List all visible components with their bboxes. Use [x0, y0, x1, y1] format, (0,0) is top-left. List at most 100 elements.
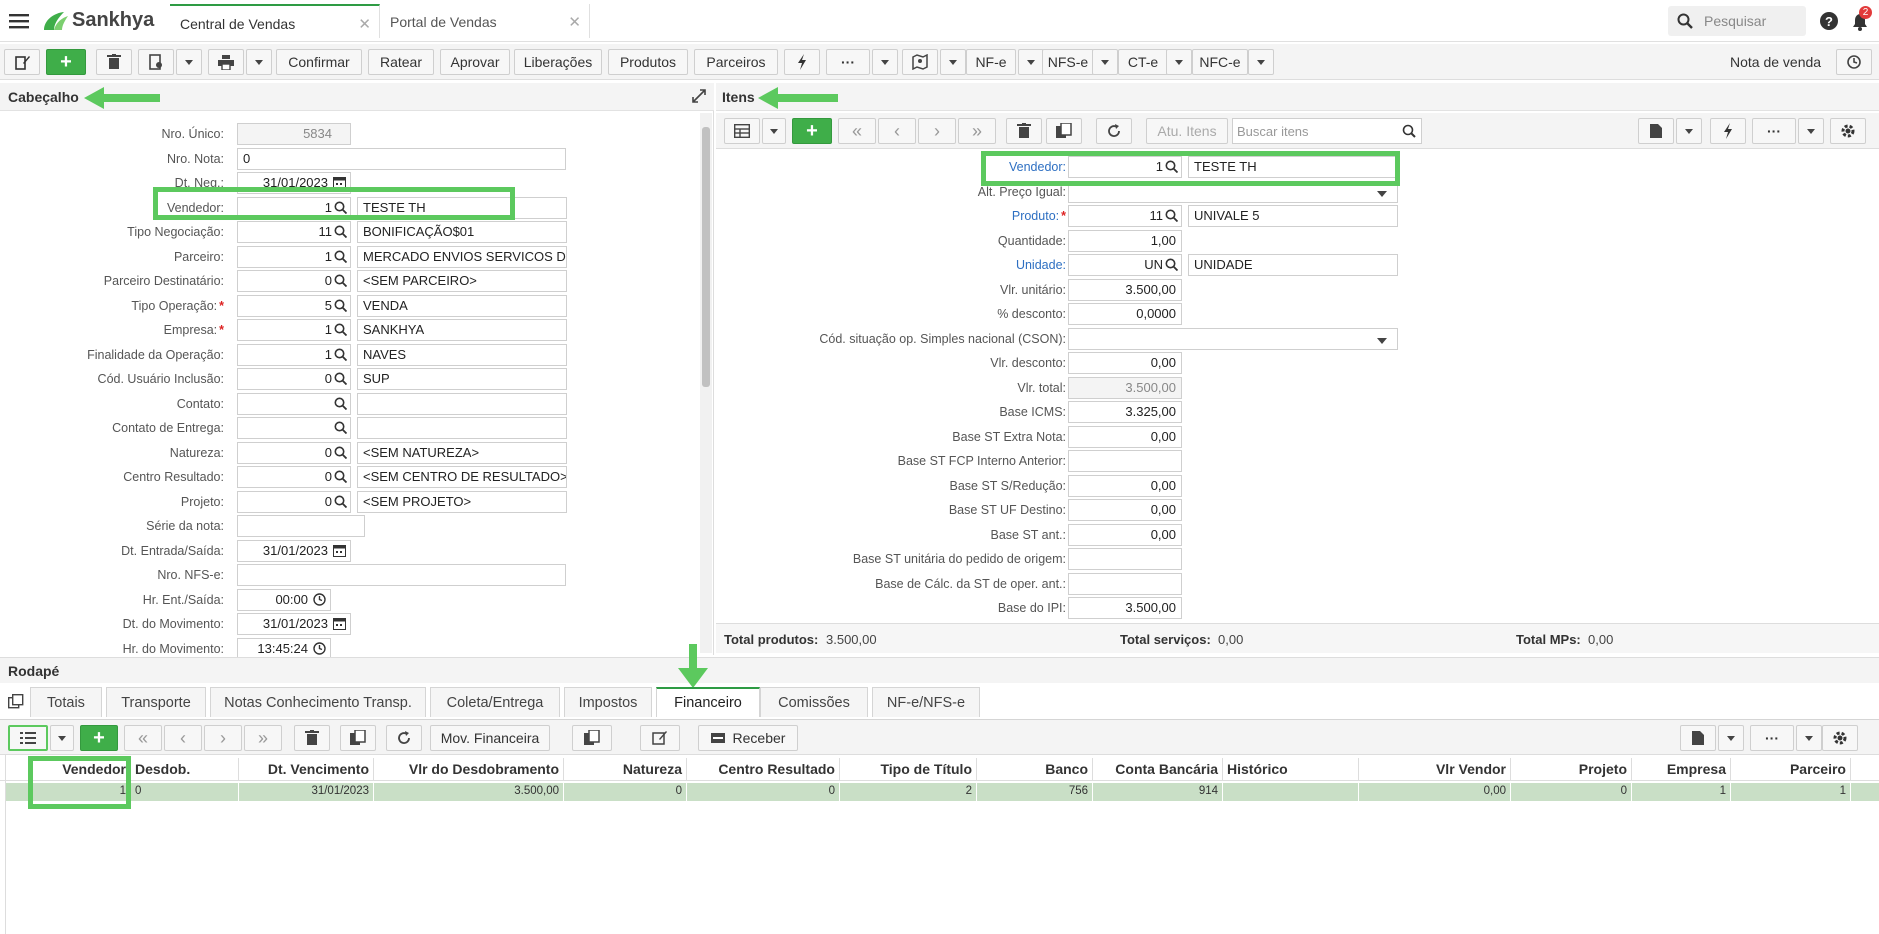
column-header[interactable]: Empresa: [1632, 758, 1731, 780]
add-financial-button[interactable]: +: [80, 725, 118, 751]
tab-central-de-vendas[interactable]: Central de Vendas ✕: [170, 4, 380, 38]
calendar-icon[interactable]: [333, 544, 346, 557]
calendar-icon[interactable]: [333, 617, 346, 630]
nfce-button[interactable]: NFC-e: [1192, 49, 1248, 75]
refresh-button[interactable]: [1836, 49, 1872, 75]
search-icon[interactable]: [334, 421, 347, 434]
search-icon[interactable]: [334, 250, 347, 263]
add-button[interactable]: +: [46, 49, 86, 75]
column-header[interactable]: Desdob.: [131, 758, 239, 780]
header-scrollbar[interactable]: [700, 113, 712, 653]
list-view-button[interactable]: [8, 725, 48, 751]
global-search[interactable]: Pesquisar: [1668, 6, 1806, 36]
search-items-input[interactable]: Buscar itens: [1232, 118, 1422, 144]
close-icon[interactable]: ✕: [358, 15, 371, 33]
produtos-button[interactable]: Produtos: [608, 49, 688, 75]
list-view-dropdown[interactable]: [50, 725, 74, 751]
actions-button[interactable]: [784, 49, 820, 75]
receber-button[interactable]: Receber: [698, 725, 798, 751]
footer-tab[interactable]: Financeiro: [656, 687, 760, 717]
new-document-button[interactable]: [4, 49, 40, 75]
item-field-value[interactable]: 3.500,00: [1068, 597, 1182, 619]
nfe-button[interactable]: NF-e: [966, 49, 1016, 75]
item-field-value[interactable]: 0,00: [1068, 474, 1182, 497]
map-dropdown[interactable]: [940, 49, 966, 75]
close-icon[interactable]: ✕: [568, 13, 581, 31]
export-financial-dropdown[interactable]: [1718, 725, 1744, 751]
grid-view-dropdown[interactable]: [762, 118, 786, 144]
financial-more-dropdown[interactable]: [1796, 725, 1822, 751]
item-field-value[interactable]: 3.325,00: [1068, 401, 1182, 423]
export-button[interactable]: [1638, 118, 1674, 144]
copy-item-button[interactable]: [1046, 118, 1082, 144]
footer-tab[interactable]: NF-e/NFS-e: [872, 687, 980, 717]
next-icon[interactable]: ›: [918, 118, 956, 144]
copy-tabs-icon[interactable]: [8, 694, 24, 710]
tab-portal-de-vendas[interactable]: Portal de Vendas ✕: [380, 4, 590, 38]
atu-itens-button[interactable]: Atu. Itens: [1146, 118, 1228, 144]
more-dropdown[interactable]: [872, 49, 898, 75]
cte-button[interactable]: CT-e: [1118, 49, 1168, 75]
footer-tab[interactable]: Impostos: [564, 687, 652, 717]
column-header[interactable]: Parceiro: [1731, 758, 1851, 780]
aprovar-button[interactable]: Aprovar: [440, 49, 510, 75]
item-field-value[interactable]: 0,00: [1068, 425, 1182, 448]
item-field-value[interactable]: 0,00: [1068, 499, 1182, 521]
nfce-dropdown[interactable]: [1248, 49, 1274, 75]
search-icon[interactable]: [334, 495, 347, 508]
column-header[interactable]: Vlr Vendor: [1359, 758, 1511, 780]
liberacoes-button[interactable]: Liberações: [514, 49, 602, 75]
footer-tab[interactable]: Totais: [30, 687, 102, 717]
column-header[interactable]: Tipo de Título: [840, 758, 977, 780]
column-header[interactable]: Histórico: [1223, 758, 1359, 780]
column-header[interactable]: Natureza: [564, 758, 687, 780]
grid-view-button[interactable]: [724, 118, 760, 144]
mov-financeira-button[interactable]: Mov. Financeira: [430, 725, 550, 751]
edit-button[interactable]: [640, 725, 680, 751]
search-icon[interactable]: [334, 372, 347, 385]
search-icon[interactable]: [334, 397, 347, 410]
item-actions-button[interactable]: [1710, 118, 1746, 144]
more-button[interactable]: ···: [826, 49, 870, 75]
search-icon[interactable]: [334, 323, 347, 336]
header-field-code[interactable]: [237, 564, 566, 586]
delete-button[interactable]: [96, 49, 132, 75]
search-icon[interactable]: [334, 470, 347, 483]
column-header[interactable]: Vlr do Desdobramento: [374, 758, 564, 780]
help-icon[interactable]: ?: [1820, 12, 1838, 30]
search-icon[interactable]: [334, 299, 347, 312]
hamburger-menu-icon[interactable]: [9, 13, 29, 29]
reload-financial-button[interactable]: [386, 725, 422, 751]
previous-icon[interactable]: ‹: [164, 725, 202, 751]
first-page-icon[interactable]: «: [838, 118, 876, 144]
clock-icon[interactable]: [313, 592, 326, 606]
print-button[interactable]: [208, 49, 244, 75]
footer-tab[interactable]: Transporte: [106, 687, 206, 717]
ratear-button[interactable]: Ratear: [368, 49, 434, 75]
item-field-select[interactable]: [1068, 327, 1398, 350]
footer-tab[interactable]: Comissões: [760, 687, 868, 717]
delete-item-button[interactable]: [1006, 118, 1042, 144]
search-icon[interactable]: [334, 274, 347, 287]
next-icon[interactable]: ›: [204, 725, 242, 751]
first-page-icon[interactable]: «: [124, 725, 162, 751]
cte-dropdown[interactable]: [1166, 49, 1192, 75]
financial-settings-button[interactable]: [1822, 725, 1858, 751]
search-icon[interactable]: [1165, 258, 1178, 271]
export-financial-button[interactable]: [1680, 725, 1716, 751]
item-more-dropdown[interactable]: [1798, 118, 1824, 144]
column-header[interactable]: Dt. Vencimento: [239, 758, 374, 780]
last-page-icon[interactable]: »: [958, 118, 996, 144]
column-header[interactable]: Centro Resultado: [687, 758, 840, 780]
financial-more-button[interactable]: ···: [1750, 725, 1794, 751]
copy-docs-button[interactable]: [572, 725, 612, 751]
add-item-button[interactable]: +: [792, 118, 832, 144]
search-icon[interactable]: [334, 225, 347, 238]
previous-icon[interactable]: ‹: [878, 118, 916, 144]
export-dropdown[interactable]: [1676, 118, 1702, 144]
nfse-dropdown[interactable]: [1092, 49, 1118, 75]
header-field-code[interactable]: 0: [237, 147, 566, 170]
item-field-value[interactable]: 0,00: [1068, 352, 1182, 374]
map-button[interactable]: [902, 49, 938, 75]
delete-financial-button[interactable]: [294, 725, 330, 751]
